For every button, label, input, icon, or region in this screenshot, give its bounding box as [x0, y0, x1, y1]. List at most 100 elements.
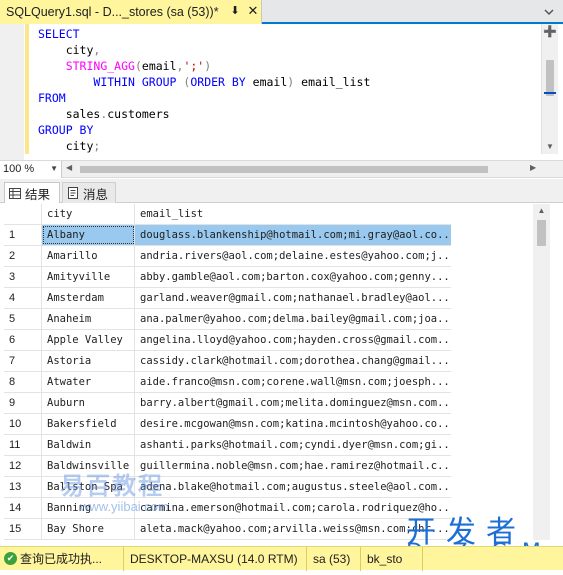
split-window-icon[interactable]: ➕	[542, 24, 558, 40]
row-number[interactable]: 2	[4, 246, 42, 266]
grid-scroll-thumb[interactable]	[537, 220, 546, 246]
zoom-value: 100 %	[3, 163, 35, 175]
table-row[interactable]: 10 Bakersfield desire.mcgowan@msn.com;kati…	[4, 414, 451, 435]
status-message-text: 查询已成功执...	[20, 552, 103, 566]
code-token: email	[245, 75, 288, 89]
table-row[interactable]: 7 Astoria cassidy.clark@hotmail.com;doroth…	[4, 351, 451, 372]
cell-city[interactable]: Amarillo	[42, 246, 135, 266]
editor-scroll-thumb[interactable]	[546, 60, 554, 96]
table-row[interactable]: 6 Apple Valley angelina.lloyd@yahoo.com;ha…	[4, 330, 451, 351]
editor-horizontal-scroll-thumb[interactable]	[80, 166, 488, 173]
code-line[interactable]: city,	[38, 42, 370, 58]
row-number-header[interactable]	[4, 204, 42, 224]
row-number[interactable]: 12	[4, 456, 42, 476]
cell-city[interactable]: Atwater	[42, 372, 135, 392]
cell-email-list[interactable]: angelina.lloyd@yahoo.com;hayden.cross@gm…	[135, 330, 451, 350]
code-line[interactable]: FROM	[38, 90, 370, 106]
row-number[interactable]: 6	[4, 330, 42, 350]
row-number[interactable]: 7	[4, 351, 42, 371]
editor-vertical-scrollbar[interactable]: ➕ ▼	[541, 24, 558, 154]
tab-list-dropdown-icon[interactable]	[541, 4, 557, 20]
row-number[interactable]: 14	[4, 498, 42, 518]
cell-city[interactable]: Bakersfield	[42, 414, 135, 434]
row-number[interactable]: 13	[4, 477, 42, 497]
code-line[interactable]: GROUP BY	[38, 122, 370, 138]
cell-email-list[interactable]: abby.gamble@aol.com;barton.cox@yahoo.com…	[135, 267, 451, 287]
cell-city[interactable]: Albany	[42, 225, 135, 245]
cell-city[interactable]: Baldwin	[42, 435, 135, 455]
cell-email-list[interactable]: adena.blake@hotmail.com;augustus.steele@…	[135, 477, 451, 497]
sql-editor[interactable]: SELECT city, STRING_AGG(email,';') WITHI…	[0, 24, 563, 160]
code-line[interactable]: city;	[38, 138, 370, 154]
code-token: STRING_AGG	[65, 59, 135, 73]
table-row[interactable]: 15 Bay Shore aleta.mack@yahoo.com;arvilla.…	[4, 519, 451, 540]
cell-city[interactable]: Auburn	[42, 393, 135, 413]
cell-city[interactable]: Anaheim	[42, 309, 135, 329]
tab-results[interactable]: 结果	[4, 182, 60, 203]
cell-email-list[interactable]: ana.palmer@yahoo.com;delma.bailey@gmail.…	[135, 309, 451, 329]
cell-city[interactable]: Apple Valley	[42, 330, 135, 350]
cell-email-list[interactable]: aide.franco@msn.com;corene.wall@msn.com;…	[135, 372, 451, 392]
column-header-email-list[interactable]: email_list	[135, 204, 451, 224]
cell-email-list[interactable]: carmina.emerson@hotmail.com;carola.rodri…	[135, 498, 451, 518]
query-tab[interactable]: SQLQuery1.sql - D..._stores (sa (53))* ⬇…	[0, 0, 262, 24]
zoom-select[interactable]: 100 % ▼	[0, 161, 62, 178]
row-number[interactable]: 15	[4, 519, 42, 539]
grid-header-row: city email_list	[4, 204, 451, 225]
table-row[interactable]: 9 Auburn barry.albert@gmail.com;melita.dom…	[4, 393, 451, 414]
code-token: city	[38, 139, 94, 153]
grid-vertical-scrollbar[interactable]: ▲	[533, 204, 550, 540]
row-number[interactable]: 1	[4, 225, 42, 245]
caret-position-marker	[544, 92, 556, 94]
cell-email-list[interactable]: douglass.blankenship@hotmail.com;mi.gray…	[135, 225, 451, 245]
row-number[interactable]: 11	[4, 435, 42, 455]
status-message: ✔ 查询已成功执...	[0, 547, 124, 571]
cell-city[interactable]: Amityville	[42, 267, 135, 287]
code-token: city	[38, 43, 94, 57]
row-number[interactable]: 3	[4, 267, 42, 287]
row-number[interactable]: 8	[4, 372, 42, 392]
column-header-city[interactable]: city	[42, 204, 135, 224]
table-row[interactable]: 2 Amarillo andria.rivers@aol.com;delaine.e…	[4, 246, 451, 267]
code-line[interactable]: sales.customers	[38, 106, 370, 122]
status-bar: ✔ 查询已成功执... DESKTOP-MAXSU (14.0 RTM) sa …	[0, 546, 563, 571]
code-line[interactable]: WITHIN GROUP (ORDER BY email) email_list	[38, 74, 370, 90]
tab-messages-label: 消息	[83, 187, 109, 202]
code-token: email	[141, 59, 177, 73]
cell-city[interactable]: Bay Shore	[42, 519, 135, 539]
row-number[interactable]: 4	[4, 288, 42, 308]
cell-email-list[interactable]: garland.weaver@gmail.com;nathanael.bradl…	[135, 288, 451, 308]
table-row[interactable]: 3 Amityville abby.gamble@aol.com;barton.co…	[4, 267, 451, 288]
table-row[interactable]: 5 Anaheim ana.palmer@yahoo.com;delma.baile…	[4, 309, 451, 330]
code-token: FROM	[38, 91, 66, 105]
sql-code[interactable]: SELECT city, STRING_AGG(email,';') WITHI…	[38, 26, 370, 154]
cell-email-list[interactable]: barry.albert@gmail.com;melita.dominguez@…	[135, 393, 451, 413]
scroll-right-arrow-icon[interactable]: ▶	[530, 163, 536, 172]
table-row[interactable]: 14 Banning carmina.emerson@hotmail.com;car…	[4, 498, 451, 519]
table-row[interactable]: 1 Albany douglass.blankenship@hotmail.com;…	[4, 225, 451, 246]
pin-icon[interactable]: ⬇	[228, 4, 242, 18]
cell-city[interactable]: Astoria	[42, 351, 135, 371]
zoom-dropdown-icon[interactable]: ▼	[50, 161, 58, 177]
table-row[interactable]: 8 Atwater aide.franco@msn.com;corene.wall@…	[4, 372, 451, 393]
grid-scroll-up-arrow-icon[interactable]: ▲	[533, 206, 550, 216]
cell-email-list[interactable]: desire.mcgowan@msn.com;katina.mcintosh@y…	[135, 414, 451, 434]
code-line[interactable]: SELECT	[38, 26, 370, 42]
table-row[interactable]: 11 Baldwin ashanti.parks@hotmail.com;cyndi…	[4, 435, 451, 456]
scroll-left-arrow-icon[interactable]: ◀	[66, 163, 72, 172]
cell-email-list[interactable]: cassidy.clark@hotmail.com;dorothea.chang…	[135, 351, 451, 371]
cell-city[interactable]: Amsterdam	[42, 288, 135, 308]
code-line[interactable]: STRING_AGG(email,';')	[38, 58, 370, 74]
cell-email-list[interactable]: ashanti.parks@hotmail.com;cyndi.dyer@msn…	[135, 435, 451, 455]
row-number[interactable]: 9	[4, 393, 42, 413]
cell-email-list[interactable]: andria.rivers@aol.com;delaine.estes@yaho…	[135, 246, 451, 266]
cell-email-list[interactable]: aleta.mack@yahoo.com;arvilla.weiss@msn.c…	[135, 519, 451, 539]
cell-email-list[interactable]: guillermina.noble@msn.com;hae.ramirez@ho…	[135, 456, 451, 476]
scroll-down-arrow-icon[interactable]: ▼	[542, 142, 558, 154]
row-number[interactable]: 5	[4, 309, 42, 329]
tab-messages[interactable]: 消息	[62, 182, 116, 203]
table-row[interactable]: 4 Amsterdam garland.weaver@gmail.com;natha…	[4, 288, 451, 309]
row-number[interactable]: 10	[4, 414, 42, 434]
close-icon[interactable]: ✕	[246, 4, 260, 18]
